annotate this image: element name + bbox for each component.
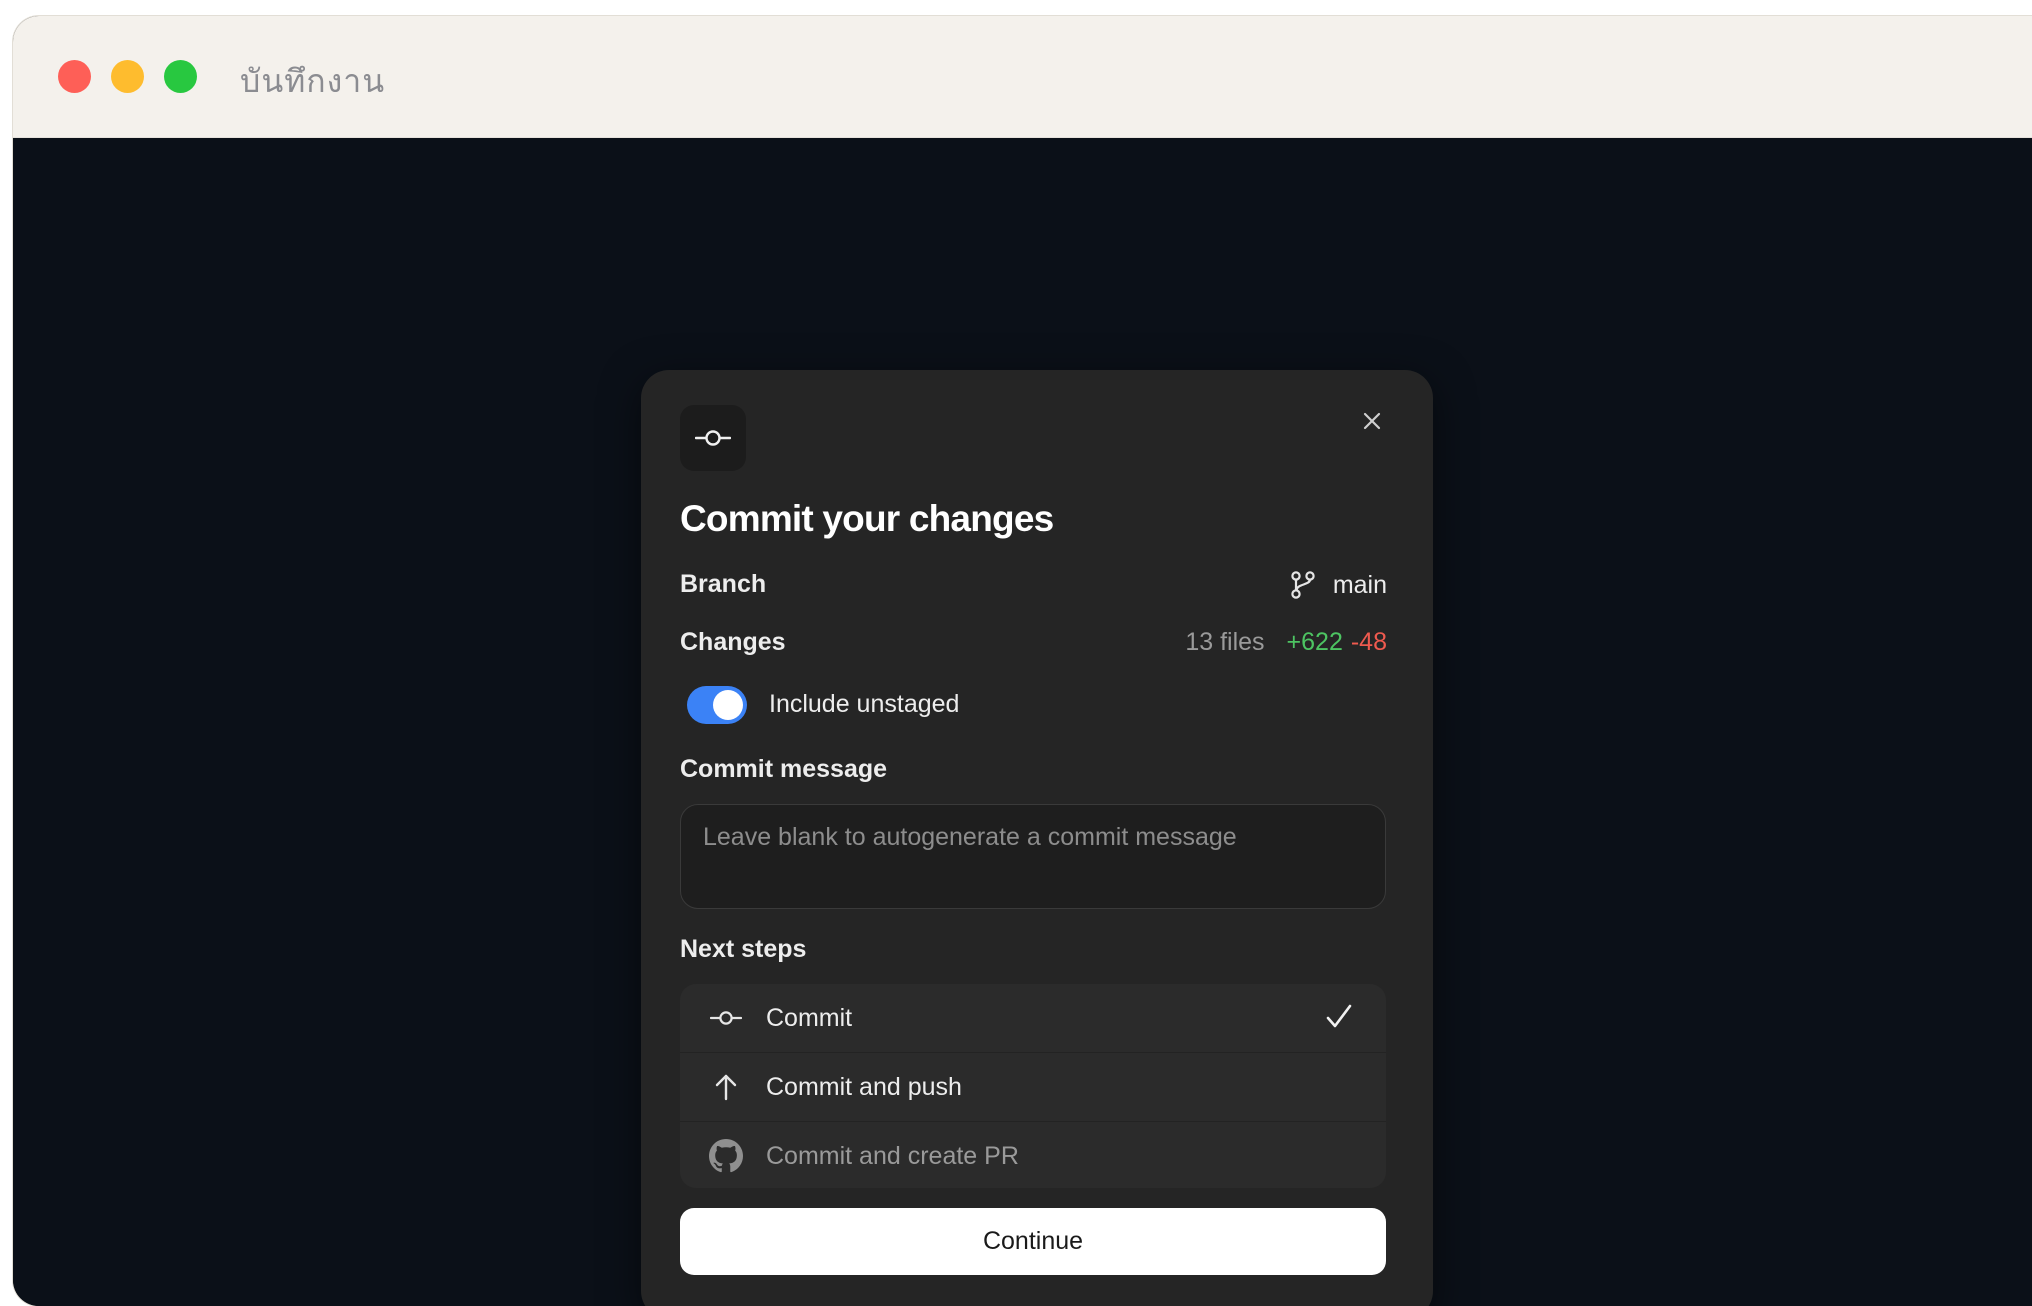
checkmark-icon (1326, 1004, 1352, 1028)
title-bar: บันทึกงาน (13, 16, 2032, 138)
step-label: Commit and create PR (766, 1141, 1019, 1170)
deletions-count: -48 (1350, 628, 1387, 656)
commit-icon (708, 1009, 744, 1027)
changes-label: Changes (680, 628, 786, 656)
continue-button[interactable]: Continue (680, 1208, 1386, 1275)
github-icon (708, 1139, 744, 1173)
step-label: Commit (766, 1003, 853, 1032)
branch-name: main (1332, 570, 1387, 599)
branch-info: main (1289, 570, 1387, 600)
commit-icon (680, 405, 746, 471)
dialog-title: Commit your changes (680, 498, 1054, 539)
step-label: Commit and push (766, 1072, 962, 1101)
arrow-up-icon (708, 1073, 744, 1101)
step-commit-and-push[interactable]: Commit and push (680, 1053, 1386, 1122)
next-steps-list: Commit Commit and push Commit and create… (680, 984, 1386, 1188)
close-window-button[interactable] (58, 60, 91, 93)
additions-count: +622 (1286, 628, 1343, 656)
window-content: Commit your changes Branch main Changes … (13, 138, 2032, 1306)
window-title: บันทึกงาน (240, 62, 386, 100)
close-icon (1363, 412, 1381, 430)
branch-label: Branch (680, 570, 767, 598)
include-unstaged-toggle[interactable] (687, 686, 747, 724)
changed-files-count: 13 files (1185, 628, 1265, 656)
commit-message-input[interactable] (680, 804, 1386, 909)
minimize-window-button[interactable] (111, 60, 144, 93)
step-commit-and-create-pr[interactable]: Commit and create PR (680, 1122, 1386, 1188)
app-window: บันทึกงาน Commit your changes Branch mai… (13, 16, 2032, 1306)
next-steps-label: Next steps (680, 935, 807, 963)
commit-dialog: Commit your changes Branch main Changes … (641, 370, 1433, 1306)
git-branch-icon (1291, 571, 1315, 599)
include-unstaged-label: Include unstaged (769, 690, 960, 718)
zoom-window-button[interactable] (164, 60, 197, 93)
close-dialog-button[interactable] (1356, 405, 1388, 437)
commit-message-label: Commit message (680, 755, 888, 783)
changes-summary: 13 files +622 -48 (1185, 628, 1387, 657)
step-commit[interactable]: Commit (680, 984, 1386, 1053)
toggle-knob (713, 690, 743, 720)
